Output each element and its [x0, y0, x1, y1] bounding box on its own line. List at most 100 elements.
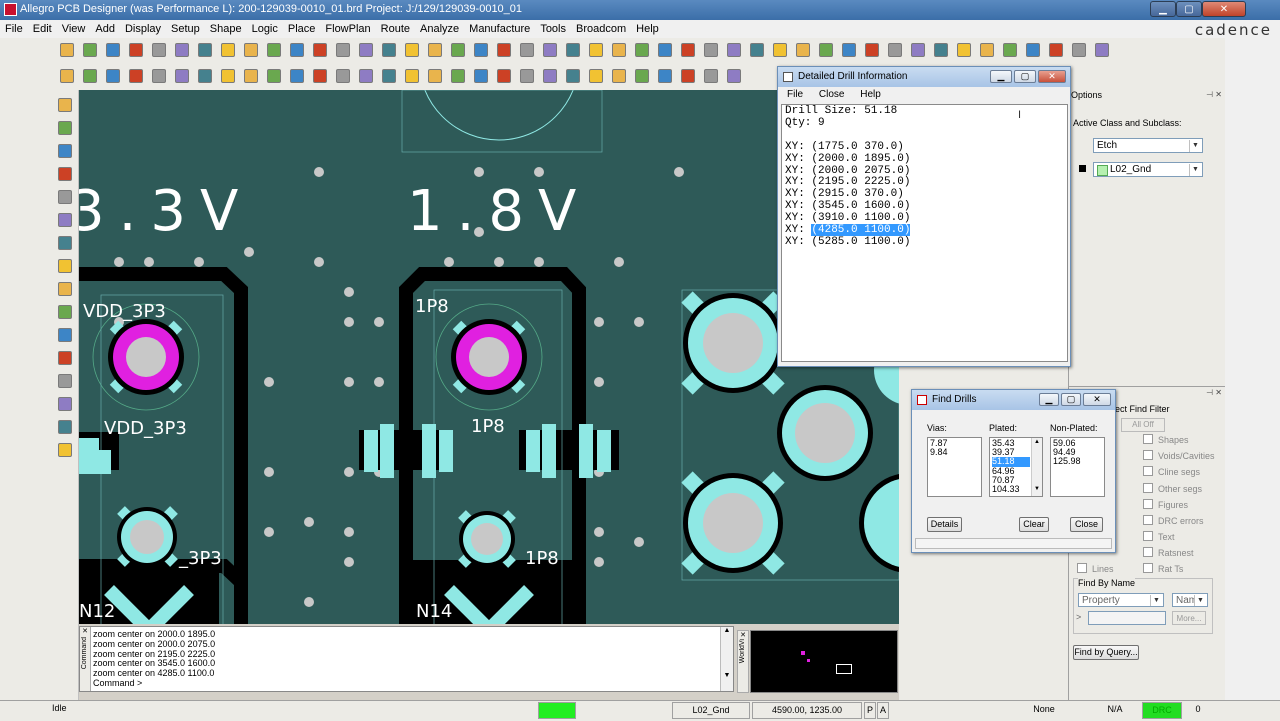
toolbar-icon[interactable] [129, 69, 143, 83]
toolbar-icon[interactable] [106, 43, 120, 57]
find-panel-pin-icon[interactable]: ⊣ ✕ [1206, 388, 1222, 397]
toolbar-icon[interactable] [83, 43, 97, 57]
toolbar-icon[interactable] [635, 69, 649, 83]
menu-edit[interactable]: Edit [28, 20, 57, 36]
toolbar-icon[interactable] [497, 43, 511, 57]
toolbar-icon[interactable] [888, 43, 902, 57]
minimize-button[interactable]: ▁ [1039, 393, 1059, 406]
toolbar-icon[interactable] [244, 69, 258, 83]
toolbar-icon[interactable] [359, 43, 373, 57]
filter-figures[interactable]: Figures [1143, 499, 1188, 510]
toolbar-icon[interactable] [175, 69, 189, 83]
toolbar-icon[interactable] [428, 43, 442, 57]
more-button[interactable]: More... [1172, 611, 1206, 625]
world-view-minimap[interactable] [750, 630, 898, 693]
toolbar-icon[interactable] [451, 43, 465, 57]
find-name-input[interactable] [1088, 611, 1166, 625]
property-select[interactable]: Property ▼ [1078, 593, 1164, 607]
toolbar-icon[interactable] [681, 43, 695, 57]
toolbar-icon[interactable] [221, 43, 235, 57]
toolbar-icon[interactable] [1095, 43, 1109, 57]
toolbar-icon[interactable] [773, 43, 787, 57]
toolbar-icon[interactable] [704, 43, 718, 57]
toolbar-icon[interactable] [290, 43, 304, 57]
plated-scrollbar[interactable]: ▲ ▼ [1031, 438, 1042, 496]
toolbar-icon[interactable] [520, 69, 534, 83]
class-select[interactable]: Etch ▼ [1093, 138, 1203, 153]
toolbar-icon[interactable] [106, 69, 120, 83]
close-dialog-button[interactable]: Close [1070, 517, 1103, 532]
toolbar-icon[interactable] [1049, 43, 1063, 57]
toolbar-icon[interactable] [865, 43, 879, 57]
toolbar-icon[interactable] [58, 98, 72, 112]
menu-logic[interactable]: Logic [247, 20, 283, 36]
toolbar-icon[interactable] [129, 43, 143, 57]
scroll-down-icon[interactable]: ▼ [721, 672, 733, 679]
minimize-button[interactable]: ▁ [1150, 1, 1176, 17]
toolbar-icon[interactable] [58, 305, 72, 319]
toolbar-icon[interactable] [681, 69, 695, 83]
toolbar-icon[interactable] [957, 43, 971, 57]
toolbar-icon[interactable] [58, 328, 72, 342]
toolbar-icon[interactable] [566, 69, 580, 83]
panel-pin-icon[interactable]: ⊣ ✕ [1206, 90, 1222, 99]
toolbar-icon[interactable] [796, 43, 810, 57]
scroll-down-icon[interactable]: ▼ [1032, 485, 1042, 494]
toolbar-icon[interactable] [198, 69, 212, 83]
status-p[interactable]: P [864, 702, 876, 719]
toolbar-icon[interactable] [382, 43, 396, 57]
toolbar-icon[interactable] [60, 69, 74, 83]
toolbar-icon[interactable] [819, 43, 833, 57]
toolbar-icon[interactable] [58, 144, 72, 158]
menu-broadcom[interactable]: Broadcom [571, 20, 631, 36]
toolbar-icon[interactable] [612, 69, 626, 83]
filter-shapes[interactable]: Shapes [1143, 434, 1189, 445]
toolbar-icon[interactable] [336, 69, 350, 83]
toolbar-icon[interactable] [474, 43, 488, 57]
filter-ratsnest[interactable]: Ratsnest [1143, 547, 1194, 558]
worldview-close-icon[interactable]: ✕ [738, 631, 748, 639]
toolbar-icon[interactable] [58, 213, 72, 227]
toolbar-icon[interactable] [58, 259, 72, 273]
toolbar-icon[interactable] [382, 69, 396, 83]
toolbar-icon[interactable] [60, 43, 74, 57]
filter-other-segs[interactable]: Other segs [1143, 483, 1202, 494]
toolbar-icon[interactable] [980, 43, 994, 57]
filter-voids[interactable]: Voids/Cavities [1143, 450, 1215, 461]
toolbar-icon[interactable] [290, 69, 304, 83]
toolbar-icon[interactable] [58, 167, 72, 181]
toolbar-icon[interactable] [58, 420, 72, 434]
toolbar-icon[interactable] [1072, 43, 1086, 57]
toolbar-icon[interactable] [727, 69, 741, 83]
drill-coordinate-row[interactable]: XY: (5285.0 1100.0) [785, 236, 1064, 249]
toolbar-icon[interactable] [750, 43, 764, 57]
toolbar-icon[interactable] [58, 351, 72, 365]
toolbar-icon[interactable] [152, 43, 166, 57]
find-by-query-button[interactable]: Find by Query... [1073, 645, 1139, 660]
toolbar-icon[interactable] [58, 190, 72, 204]
nonplated-list[interactable]: 59.06 94.49 125.98 [1050, 437, 1105, 497]
toolbar-icon[interactable] [83, 69, 97, 83]
color-swatch-icon[interactable] [1079, 165, 1086, 172]
menu-place[interactable]: Place [283, 20, 321, 36]
toolbar-icon[interactable] [336, 43, 350, 57]
filter-rat-ts[interactable]: Rat Ts [1143, 563, 1183, 574]
toolbar-icon[interactable] [221, 69, 235, 83]
toolbar-icon[interactable] [152, 69, 166, 83]
all-off-button[interactable]: All Off [1121, 418, 1165, 432]
console-scrollbar[interactable]: ▲ ▼ [720, 627, 733, 691]
toolbar-icon[interactable] [1026, 43, 1040, 57]
toolbar-icon[interactable] [474, 69, 488, 83]
drill-menu-help[interactable]: Help [860, 89, 881, 100]
toolbar-icon[interactable] [727, 43, 741, 57]
design-canvas[interactable]: 3.3V 1.8V VDD_3P3 VDD_3P3 1P8 1P8 _3P3 1… [79, 90, 899, 624]
console-close-icon[interactable]: ✕ [80, 627, 90, 635]
filter-lines[interactable]: Lines [1077, 563, 1114, 574]
toolbar-icon[interactable] [198, 43, 212, 57]
toolbar-icon[interactable] [244, 43, 258, 57]
drill-info-text[interactable]: Drill Size: 51.18 Qty: 9 XY: (1775.0 370… [781, 104, 1068, 362]
filter-drc-errors[interactable]: DRC errors [1143, 515, 1204, 526]
toolbar-icon[interactable] [58, 374, 72, 388]
menu-add[interactable]: Add [90, 20, 120, 36]
maximize-button[interactable]: ▢ [1014, 70, 1036, 83]
